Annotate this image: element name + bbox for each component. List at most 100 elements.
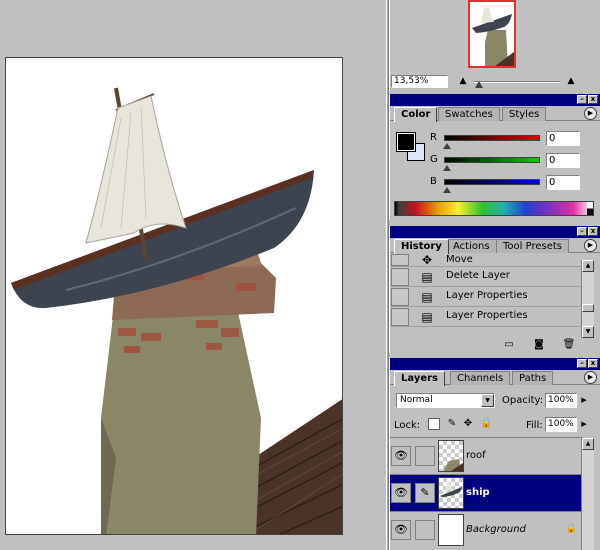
lock-brush-icon[interactable]: ✎ <box>446 418 458 430</box>
zoom-level-field[interactable]: 13,53% <box>391 75 448 88</box>
lock-icon: 🔒 <box>565 524 577 534</box>
link-toggle[interactable] <box>415 446 435 466</box>
history-palette: – x History Actions Tool Presets ▶ ✥ Mov… <box>389 226 600 353</box>
layers-palette-titlebar[interactable]: – x <box>390 358 600 370</box>
eye-icon[interactable]: 👁 <box>391 446 411 466</box>
layer-row-ship[interactable]: 👁 ✎ ship <box>390 474 583 511</box>
history-state-icon: ▤ <box>421 270 433 284</box>
layer-name[interactable]: roof <box>466 450 486 461</box>
blue-gradient-bar[interactable] <box>444 179 540 185</box>
chevron-down-icon[interactable]: ▼ <box>481 394 494 407</box>
green-value-field[interactable]: 0 <box>546 153 580 168</box>
minimize-button[interactable]: – <box>577 95 587 104</box>
layer-name[interactable]: ship <box>466 487 490 498</box>
layer-row-background[interactable]: 👁 Background 🔒 <box>390 511 583 548</box>
history-snapshot-box[interactable] <box>391 308 409 326</box>
tab-channels[interactable]: Channels <box>450 371 511 385</box>
scroll-up-button[interactable]: ▲ <box>582 260 594 272</box>
red-label: R <box>430 132 437 143</box>
camera-snapshot-icon[interactable]: ◙ <box>532 339 546 351</box>
color-palette-titlebar[interactable]: – x <box>390 94 600 106</box>
tab-swatches[interactable]: Swatches <box>438 107 500 121</box>
close-button[interactable]: x <box>588 95 598 104</box>
layers-palette: – x Layers Channels Paths ▶ Normal ▼ Opa… <box>389 358 600 550</box>
list-item[interactable]: ▤ Layer Properties <box>390 307 583 327</box>
zoom-out-icon[interactable]: ▲ <box>456 75 470 87</box>
history-palette-titlebar[interactable]: – x <box>390 226 600 238</box>
opacity-arrow-icon[interactable]: ▶ <box>579 393 589 408</box>
scroll-up-button[interactable]: ▲ <box>582 438 594 450</box>
opacity-field[interactable]: 100% <box>545 393 577 408</box>
tab-color[interactable]: Color <box>394 107 438 122</box>
history-snapshot-box[interactable] <box>391 254 409 266</box>
zoom-slider-track[interactable] <box>474 81 560 83</box>
history-item-label: Layer Properties <box>446 290 528 301</box>
tab-history[interactable]: History <box>394 239 449 254</box>
navigator-palette: 13,53% ▲ ▲ <box>389 0 600 92</box>
new-document-from-state-icon[interactable]: ▭ <box>502 339 516 351</box>
scroll-down-button[interactable]: ▼ <box>582 326 594 338</box>
red-channel-slider: R 0 <box>430 131 600 152</box>
lock-all-icon[interactable]: 🔒 <box>480 418 492 430</box>
navigator-thumbnail[interactable] <box>468 0 516 68</box>
list-item[interactable]: ▤ Layer Properties <box>390 287 583 307</box>
tab-tool-presets[interactable]: Tool Presets <box>496 239 569 253</box>
green-slider-thumb[interactable] <box>443 165 451 171</box>
tab-paths[interactable]: Paths <box>512 371 554 385</box>
move-icon: ✥ <box>421 254 433 267</box>
lock-transparency-icon[interactable] <box>428 418 440 430</box>
palette-menu-icon[interactable]: ▶ <box>584 371 597 384</box>
history-scrollbar[interactable]: ▲ ▼ <box>581 260 594 338</box>
fill-arrow-icon[interactable]: ▶ <box>579 417 589 432</box>
layer-name[interactable]: Background <box>466 524 526 535</box>
eye-icon[interactable]: 👁 <box>391 520 411 540</box>
layer-thumbnail <box>438 477 464 509</box>
close-button[interactable]: x <box>588 227 598 236</box>
history-snapshot-box[interactable] <box>391 288 409 306</box>
green-label: G <box>430 154 438 165</box>
layer-thumbnail <box>438 514 464 546</box>
green-gradient-bar[interactable] <box>444 157 540 163</box>
layers-scrollbar[interactable]: ▲ <box>581 438 594 550</box>
zoom-slider-thumb[interactable] <box>475 81 483 88</box>
blue-label: B <box>430 176 437 187</box>
color-spectrum-bar[interactable] <box>394 201 594 216</box>
close-button[interactable]: x <box>588 359 598 368</box>
tab-styles[interactable]: Styles <box>502 107 547 121</box>
history-state-icon: ▤ <box>421 310 433 324</box>
foreground-color-swatch[interactable] <box>396 132 416 152</box>
red-value-field[interactable]: 0 <box>546 131 580 146</box>
tab-layers[interactable]: Layers <box>394 371 445 386</box>
history-state-icon: ▤ <box>421 290 433 304</box>
blend-mode-select[interactable]: Normal ▼ <box>396 393 495 408</box>
history-snapshot-box[interactable] <box>391 268 409 286</box>
zoom-in-icon[interactable]: ▲ <box>564 75 578 87</box>
lock-label: Lock: <box>394 420 421 431</box>
navigator-preview-image <box>470 2 514 66</box>
blue-value-field[interactable]: 0 <box>546 175 580 190</box>
list-item[interactable]: ▤ Delete Layer <box>390 267 583 287</box>
eye-icon[interactable]: 👁 <box>391 483 411 503</box>
palette-menu-icon[interactable]: ▶ <box>584 239 597 252</box>
minimize-button[interactable]: – <box>577 359 587 368</box>
red-slider-thumb[interactable] <box>443 143 451 149</box>
fill-field[interactable]: 100% <box>545 417 577 432</box>
document-workspace <box>0 0 386 550</box>
palette-menu-icon[interactable]: ▶ <box>584 107 597 120</box>
list-item[interactable]: ✥ Move <box>390 254 583 267</box>
red-gradient-bar[interactable] <box>444 135 540 141</box>
ship-sail <box>85 95 187 244</box>
blue-channel-slider: B 0 <box>430 175 600 196</box>
blue-slider-thumb[interactable] <box>443 187 451 193</box>
blend-mode-value: Normal <box>400 395 433 405</box>
document-canvas[interactable] <box>5 57 343 535</box>
lock-position-icon[interactable]: ✥ <box>462 418 474 430</box>
tab-actions[interactable]: Actions <box>446 239 497 253</box>
link-toggle[interactable] <box>415 520 435 540</box>
layer-row-roof[interactable]: 👁 roof <box>390 437 583 474</box>
brush-icon[interactable]: ✎ <box>415 483 435 503</box>
minimize-button[interactable]: – <box>577 227 587 236</box>
scroll-thumb[interactable] <box>582 304 594 312</box>
trash-icon[interactable]: 🗑 <box>562 339 576 351</box>
history-item-label: Layer Properties <box>446 310 528 321</box>
